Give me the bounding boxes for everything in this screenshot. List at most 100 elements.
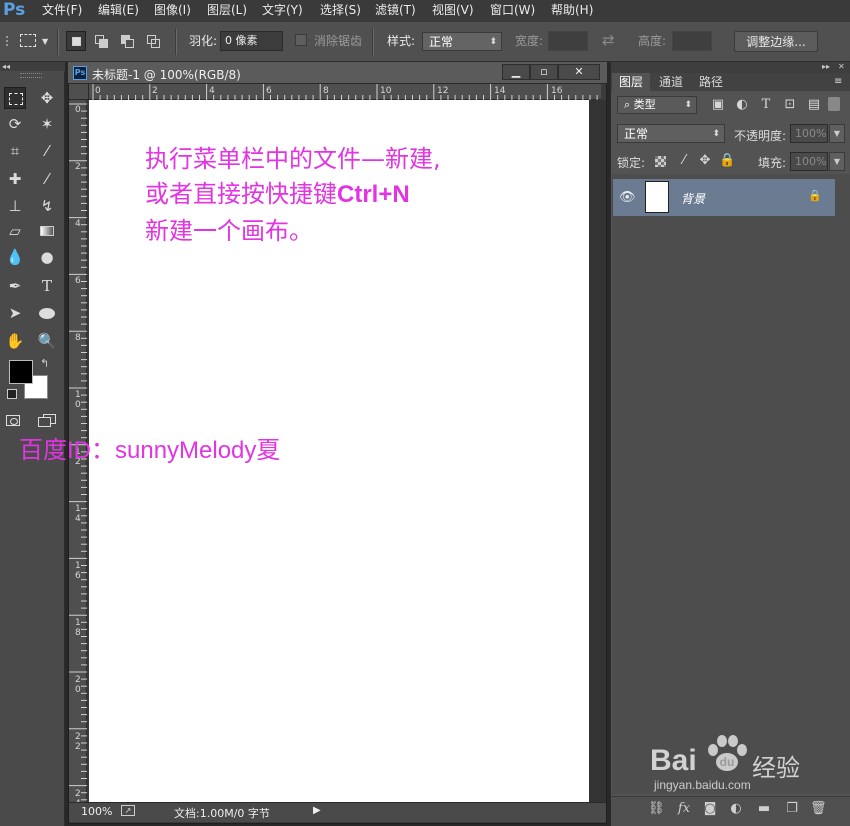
subtract-from-selection-icon[interactable] — [120, 34, 136, 48]
feather-input[interactable]: 0 像素 — [220, 31, 283, 51]
zoom-level[interactable]: 100% — [81, 805, 112, 818]
grip-icon — [20, 73, 42, 78]
ruler-corner[interactable] — [69, 84, 89, 100]
menu-layer[interactable]: 图层(L) — [207, 0, 247, 22]
swap-colors-icon[interactable]: ↰ — [40, 357, 49, 370]
lock-all-icon[interactable]: 🔒 — [719, 153, 735, 169]
lock-label: 锁定: — [617, 156, 646, 170]
adjustment-filter-icon[interactable]: ◐ — [734, 97, 750, 113]
opacity-input[interactable]: 100% — [790, 124, 828, 143]
menu-view[interactable]: 视图(V) — [432, 0, 474, 22]
menu-image[interactable]: 图像(I) — [154, 0, 191, 22]
minimize-button[interactable]: ▁ — [502, 64, 530, 80]
share-icon[interactable]: ↗ — [121, 805, 135, 816]
marquee-preset-icon[interactable] — [20, 34, 36, 47]
collapse-icon[interactable]: ▸▸ — [822, 62, 830, 71]
blend-mode-select[interactable]: 正常 ⬍ — [617, 124, 725, 143]
type-filter-icon[interactable]: T — [758, 97, 774, 113]
swap-icon[interactable]: ⇄ — [602, 31, 615, 49]
zoom-tool-icon[interactable]: 🔍 — [36, 330, 58, 352]
clone-stamp-tool-icon[interactable]: ⊥ — [4, 195, 26, 217]
trash-icon[interactable]: 🗑 — [810, 801, 827, 817]
tab-layers[interactable]: 图层 — [612, 73, 650, 91]
info-menu-arrow-icon[interactable]: ▶ — [313, 805, 321, 816]
panel-menu-icon[interactable]: ≡ — [834, 76, 842, 87]
adjustment-layer-icon[interactable]: ◐ — [728, 801, 744, 817]
rect-marquee-tool-icon[interactable] — [4, 87, 26, 109]
tab-paths[interactable]: 路径 — [692, 73, 730, 91]
intersect-selection-icon[interactable] — [146, 34, 162, 48]
new-layer-icon[interactable]: ❐ — [784, 801, 800, 817]
path-selection-tool-icon[interactable]: ➤ — [4, 302, 26, 324]
eye-icon[interactable]: 👁 — [619, 190, 636, 205]
menu-filter[interactable]: 滤镜(T) — [375, 0, 416, 22]
layer-name[interactable]: 背景 — [681, 190, 705, 207]
pen-tool-icon[interactable]: ✒ — [4, 275, 26, 297]
kind-filter-select[interactable]: ⌕ 类型 ⬍ — [617, 96, 697, 114]
ruler-label: 8 — [323, 86, 329, 96]
screen-mode-icon[interactable] — [38, 414, 56, 427]
menu-help[interactable]: 帮助(H) — [551, 0, 593, 22]
fx-icon[interactable]: fx — [676, 801, 692, 817]
lasso-tool-icon[interactable]: ⟳ — [4, 113, 26, 135]
hand-tool-icon[interactable]: ✋ — [4, 330, 26, 352]
menu-type[interactable]: 文字(Y) — [262, 0, 303, 22]
lock-position-icon[interactable]: ✥ — [697, 153, 713, 169]
link-layers-icon[interactable]: ⛓ — [648, 801, 665, 817]
pixel-filter-icon[interactable]: ▣ — [710, 97, 726, 113]
move-tool-icon[interactable]: ✥ — [36, 87, 58, 109]
style-select[interactable]: 正常 ⬍ — [422, 32, 502, 51]
filter-toggle-icon[interactable] — [828, 97, 840, 111]
lock-pixels-icon[interactable]: ⁄ — [676, 153, 692, 169]
instruction-line-1: 执行菜单栏中的文件—新建, — [145, 145, 441, 173]
lock-transparent-icon[interactable] — [655, 156, 666, 167]
ruler-label: 2 — [75, 162, 81, 172]
chevron-down-icon[interactable]: ▼ — [829, 124, 845, 143]
fill-input[interactable]: 100% — [790, 152, 828, 171]
healing-brush-tool-icon[interactable]: ✚ — [4, 168, 26, 190]
menu-select[interactable]: 选择(S) — [320, 0, 361, 22]
new-group-icon[interactable]: ▬ — [756, 801, 772, 817]
crop-tool-icon[interactable]: ⌗ — [4, 140, 26, 162]
chevron-down-icon[interactable]: ▼ — [42, 37, 48, 46]
type-tool-icon[interactable]: T — [36, 275, 58, 297]
quick-mask-icon[interactable] — [6, 415, 20, 426]
ellipse-tool-icon[interactable] — [36, 302, 58, 324]
eraser-tool-icon[interactable]: ▱ — [4, 220, 26, 242]
tab-channels[interactable]: 通道 — [652, 73, 690, 91]
menu-edit[interactable]: 编辑(E) — [98, 0, 139, 22]
ruler-label: 2 2 — [75, 732, 81, 752]
ruler-label: 4 — [75, 219, 81, 229]
height-input[interactable] — [672, 31, 712, 51]
default-colors-icon[interactable] — [7, 389, 17, 399]
history-brush-tool-icon[interactable]: ↯ — [36, 195, 58, 217]
ruler-label: 6 — [75, 276, 81, 286]
new-selection-button[interactable] — [66, 31, 86, 51]
magic-wand-tool-icon[interactable]: ✶ — [36, 113, 58, 135]
status-bar — [69, 802, 606, 822]
shape-filter-icon[interactable]: ⊡ — [782, 97, 798, 113]
grip-icon — [6, 36, 12, 46]
collapse-icon[interactable]: ◂◂ — [2, 62, 10, 71]
vertical-scrollbar[interactable] — [589, 100, 606, 802]
horizontal-ruler[interactable] — [89, 84, 601, 100]
menu-window[interactable]: 窗口(W) — [490, 0, 535, 22]
blur-tool-icon[interactable]: 💧 — [4, 246, 26, 268]
refine-edge-button[interactable]: 调整边缘... — [734, 31, 818, 52]
feather-label: 羽化: — [189, 34, 218, 48]
add-mask-icon[interactable]: ◙ — [702, 801, 718, 817]
maximize-button[interactable]: ▫ — [530, 64, 558, 80]
width-input[interactable] — [548, 31, 588, 51]
close-button[interactable]: ✕ — [558, 64, 600, 80]
close-icon[interactable]: ✕ — [838, 62, 845, 71]
menu-file[interactable]: 文件(F) — [42, 0, 82, 22]
brush-tool-icon[interactable]: ⁄ — [36, 168, 58, 190]
dodge-tool-icon[interactable]: ● — [36, 246, 58, 268]
add-to-selection-icon[interactable] — [94, 34, 110, 48]
foreground-color-swatch[interactable] — [9, 360, 33, 384]
smart-object-filter-icon[interactable]: ▤ — [806, 97, 822, 113]
antialias-checkbox[interactable] — [295, 34, 307, 46]
eyedropper-tool-icon[interactable]: ⁄ — [36, 140, 58, 162]
chevron-down-icon[interactable]: ▼ — [829, 152, 845, 171]
gradient-tool-icon[interactable] — [36, 220, 58, 242]
